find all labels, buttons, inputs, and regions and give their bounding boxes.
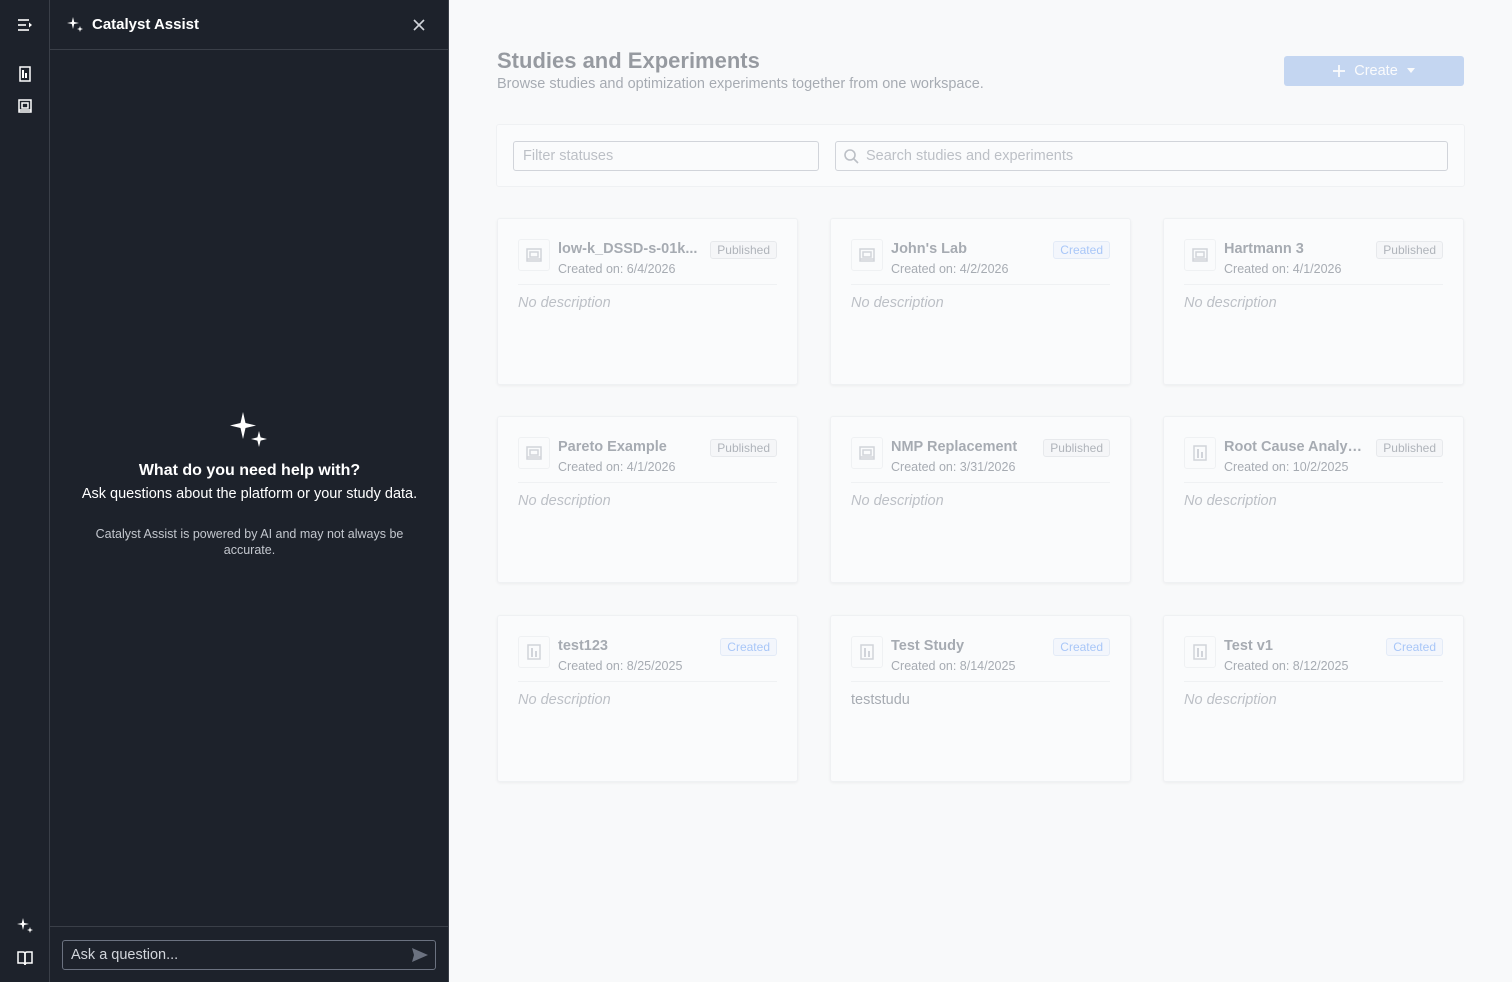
card-date: Created on: 4/1/2026 — [558, 460, 676, 474]
card-title: Hartmann 3 — [1224, 241, 1304, 257]
card-date: Created on: 8/12/2025 — [1224, 659, 1349, 673]
card-title: Root Cause Analysi... — [1224, 439, 1369, 455]
status-badge: Created — [1053, 241, 1110, 259]
page-subtitle: Browse studies and optimization experime… — [497, 76, 984, 92]
study-card[interactable]: Test v1 Created on: 8/12/2025 Created No de… — [1163, 615, 1464, 782]
status-badge: Created — [720, 638, 777, 656]
status-badge: Published — [710, 241, 777, 259]
card-description: No description — [518, 493, 611, 509]
experiment-icon[interactable] — [13, 94, 37, 118]
book-icon[interactable] — [13, 946, 37, 970]
card-title: NMP Replacement — [891, 439, 1018, 455]
card-description: No description — [1184, 692, 1277, 708]
card-date: Created on: 8/14/2025 — [891, 659, 1016, 673]
empty-state-title: What do you need help with? — [138, 462, 361, 479]
study-card[interactable]: John's Lab Created on: 4/2/2026 Created No … — [830, 218, 1131, 385]
card-divider — [1184, 681, 1443, 682]
chevron-down-icon — [1406, 68, 1415, 73]
search-input[interactable] — [835, 141, 1448, 171]
study-icon — [851, 636, 883, 668]
study-card[interactable]: Pareto Example Created on: 4/1/2026 Publis… — [497, 416, 798, 583]
status-badge: Published — [1043, 439, 1110, 457]
card-title: Test Study — [891, 638, 965, 654]
plus-icon — [1333, 65, 1346, 77]
status-badge: Published — [1376, 241, 1443, 259]
study-card[interactable]: Root Cause Analysi... Created on: 10/2/20… — [1163, 416, 1464, 583]
card-description: No description — [1184, 295, 1277, 311]
icon-rail — [0, 0, 50, 982]
filter-bar — [496, 124, 1465, 187]
assist-panel: Catalyst Assist What do you need help wi… — [50, 0, 449, 982]
empty-state-subtitle: Ask questions about the platform or your… — [81, 486, 418, 502]
search-wrapper — [835, 141, 1448, 171]
status-filter-input[interactable] — [513, 141, 819, 171]
assist-footer — [50, 926, 449, 982]
close-icon[interactable] — [410, 16, 428, 34]
card-title: John's Lab — [891, 241, 967, 257]
card-divider — [1184, 482, 1443, 483]
ask-question-input[interactable] — [62, 940, 436, 970]
card-date: Created on: 3/31/2026 — [891, 460, 1016, 474]
study-icon — [1184, 437, 1216, 469]
experiment-icon — [851, 437, 883, 469]
card-title: low-k_DSSD-s-01k... — [558, 241, 698, 257]
study-card[interactable]: Test Study Created on: 8/14/2025 Created te… — [830, 615, 1131, 782]
study-card[interactable]: Hartmann 3 Created on: 4/1/2026 Published N… — [1163, 218, 1464, 385]
card-divider — [851, 681, 1110, 682]
card-title: Pareto Example — [558, 439, 667, 455]
experiment-icon — [851, 239, 883, 271]
sparkle-icon — [229, 412, 267, 447]
menu-expand-icon[interactable] — [13, 13, 37, 37]
card-date: Created on: 8/25/2025 — [558, 659, 683, 673]
status-badge: Published — [1376, 439, 1443, 457]
study-card[interactable]: test123 Created on: 8/25/2025 Created No de… — [497, 615, 798, 782]
card-divider — [1184, 284, 1443, 285]
main-content: Studies and Experiments Browse studies a… — [449, 0, 1512, 982]
card-date: Created on: 4/1/2026 — [1224, 262, 1342, 276]
assist-empty-state: What do you need help with? Ask question… — [50, 410, 449, 558]
card-date: Created on: 10/2/2025 — [1224, 460, 1349, 474]
study-icon — [518, 636, 550, 668]
experiment-icon — [518, 437, 550, 469]
card-divider — [851, 482, 1110, 483]
card-title: test123 — [558, 638, 608, 654]
sparkle-icon[interactable] — [13, 914, 37, 938]
sparkle-icon — [67, 16, 83, 32]
card-description: No description — [851, 493, 944, 509]
card-divider — [518, 284, 777, 285]
card-description: No description — [518, 692, 611, 708]
card-divider — [851, 284, 1110, 285]
status-badge: Created — [1053, 638, 1110, 656]
card-date: Created on: 6/4/2026 — [558, 262, 676, 276]
status-badge: Created — [1386, 638, 1443, 656]
card-description: No description — [851, 295, 944, 311]
study-icon — [1184, 636, 1216, 668]
status-badge: Published — [710, 439, 777, 457]
card-description: teststudu — [851, 692, 910, 708]
create-button[interactable]: Create — [1284, 56, 1464, 86]
experiment-icon — [518, 239, 550, 271]
study-card[interactable]: low-k_DSSD-s-01k... Created on: 6/4/2026 P… — [497, 218, 798, 385]
study-card[interactable]: NMP Replacement Created on: 3/31/2026 Publ… — [830, 416, 1131, 583]
search-icon — [844, 149, 859, 164]
card-divider — [518, 482, 777, 483]
card-title: Test v1 — [1224, 638, 1273, 654]
card-divider — [518, 681, 777, 682]
assist-title: Catalyst Assist — [92, 16, 199, 33]
card-description: No description — [518, 295, 611, 311]
card-description: No description — [1184, 493, 1277, 509]
create-button-label: Create — [1354, 63, 1398, 79]
experiment-icon — [1184, 239, 1216, 271]
card-date: Created on: 4/2/2026 — [891, 262, 1009, 276]
ai-disclaimer: Catalyst Assist is powered by AI and may… — [95, 527, 404, 557]
page-title: Studies and Experiments — [497, 48, 760, 73]
study-icon[interactable] — [13, 62, 37, 86]
send-icon[interactable] — [410, 946, 430, 964]
assist-header: Catalyst Assist — [50, 0, 448, 50]
